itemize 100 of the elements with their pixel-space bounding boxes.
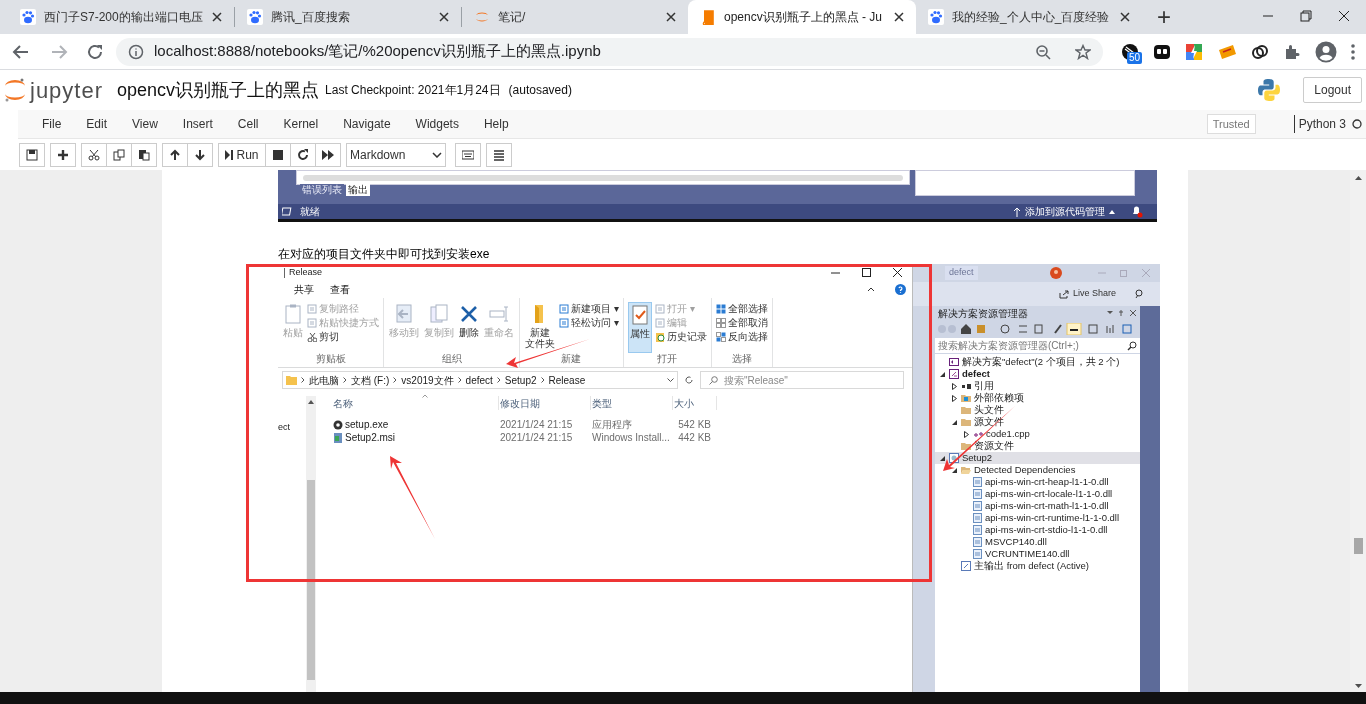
cell-type-dropdown[interactable]: Markdown [346,142,446,167]
browser-tab[interactable]: 腾讯_百度搜索 [235,3,461,31]
tree-item[interactable]: api-ms-win-crt-heap-l1-1-0.dll [935,476,1140,488]
close-icon[interactable] [1120,12,1130,22]
breadcrumb-item[interactable]: vs2019文件 [401,372,454,388]
info-icon[interactable] [128,43,144,60]
vertical-scrollbar[interactable] [306,396,316,692]
address-bar[interactable]: localhost:8888/notebooks/笔记/%20opencv识别瓶子上的黑点.ipynb [116,37,1103,66]
tree-item[interactable]: api-ms-win-crt-stdio-l1-1-0.dll [935,524,1140,536]
refresh-icon[interactable] [684,375,694,385]
tree-item[interactable]: MSVCP140.dll [935,536,1140,548]
reload-icon[interactable] [86,42,104,61]
browser-tab[interactable]: 西门子S7-200的输出端口电压 [8,3,234,31]
tree-item[interactable]: VCRUNTIME140.dll [935,548,1140,560]
chevron-down-icon[interactable] [667,378,674,382]
restart-button[interactable] [290,142,316,167]
tree-item[interactable]: code1.cpp [935,428,1140,440]
sort-caret-icon[interactable] [422,394,428,398]
breadcrumb-item[interactable]: defect [465,372,493,388]
live-share-button[interactable]: Live Share [1058,287,1116,301]
stop-button[interactable] [265,142,291,167]
close-icon[interactable] [893,268,902,277]
back-icon[interactable] [12,42,30,61]
column-header[interactable]: 类型 [591,396,673,410]
breadcrumb-item[interactable]: Release [548,372,586,388]
pin-icon[interactable] [1107,309,1137,317]
move-up-button[interactable] [162,142,188,167]
arrow-up-icon[interactable] [1013,206,1021,217]
more-menu-icon[interactable] [1351,43,1355,60]
run-button[interactable]: Run [218,142,266,167]
browser-tab[interactable]: 我的经验_个人中心_百度经验 [916,3,1142,31]
menu-item[interactable]: Help [473,110,519,138]
maximize-icon[interactable] [862,268,871,277]
ribbon-button[interactable]: 全部选择 [715,302,768,315]
add-cell-button[interactable] [50,142,76,167]
horizontal-scrollbar[interactable] [303,174,903,181]
breadcrumb-item[interactable]: 文档 (F:) [351,372,390,388]
help-icon[interactable] [895,284,906,295]
output-tab[interactable]: 输出 [346,184,370,196]
cut-button[interactable] [81,142,107,167]
tree-item[interactable]: 外部依赖项 [935,392,1140,404]
avatar-icon[interactable] [1050,267,1062,279]
tree-item[interactable]: 解决方案"defect"(2 个项目，共 2 个) [935,356,1140,368]
star-icon[interactable] [1075,43,1091,60]
menu-item[interactable]: File [32,110,72,138]
caret-down-icon[interactable] [1354,684,1362,688]
breadcrumb-bar[interactable]: 此电脑 文档 (F:) vs2019文件 defect Setup2 Release [282,371,678,389]
command-palette-button[interactable] [486,142,512,167]
ribbon-button[interactable]: 轻松访问 ▾ [559,316,619,329]
ribbon-button[interactable]: 历史记录 [654,330,707,343]
tree-item[interactable]: api-ms-win-crt-locale-l1-1-0.dll [935,488,1140,500]
file-name[interactable]: setup.exe [332,417,499,432]
chevron-up-icon[interactable] [867,287,875,292]
ribbon-tab[interactable]: 查看 [330,282,350,297]
breadcrumb-item[interactable]: 此电脑 [309,372,339,388]
menu-item[interactable]: Insert [172,110,223,138]
column-header[interactable]: 修改日期 [499,396,591,410]
tree-item[interactable]: api-ms-win-crt-math-l1-1-0.dll [935,500,1140,512]
scrollbar-thumb[interactable] [1353,538,1363,554]
close-icon[interactable] [439,12,449,22]
ribbon-button[interactable]: 全部取消 [715,316,768,329]
puzzle-icon[interactable] [1283,42,1301,61]
trusted-indicator[interactable]: Trusted [1206,114,1256,134]
close-icon[interactable] [212,12,222,22]
paste-button[interactable] [131,142,157,167]
save-button[interactable] [19,142,45,167]
jupyter-logo[interactable]: jupyter [4,73,104,107]
ribbon-button[interactable]: 删除 [458,302,480,353]
tree-item[interactable]: 主输出 from defect (Active) [935,560,1140,572]
column-header[interactable]: 名称 [332,396,499,410]
close-icon[interactable] [666,12,676,22]
ribbon-button[interactable]: 剪切 [307,330,379,343]
ribbon-button[interactable]: 属性 [627,302,652,353]
notebook-title[interactable]: opencv识别瓶子上的黑点 [117,76,320,104]
ribbon-button[interactable]: 反向选择 [715,330,768,343]
menu-item[interactable]: Kernel [273,110,329,138]
tree-item[interactable]: 引用 [935,380,1140,392]
bell-icon[interactable] [1131,205,1143,218]
caret-up-icon[interactable] [1354,176,1362,180]
new-tab-button[interactable]: + [1150,4,1178,30]
browser-tab[interactable]: 笔记/ [462,3,688,31]
logout-button[interactable]: Logout [1303,77,1362,103]
ribbon-button[interactable]: 新建 文件夹 [524,302,556,353]
output-tab[interactable]: 错误列表 [300,184,344,196]
feedback-icon[interactable] [1134,289,1144,299]
column-header[interactable]: 大小 [673,396,717,410]
nav-item[interactable]: ect [278,422,290,432]
tree-item[interactable]: 头文件 [935,404,1140,416]
menu-item[interactable]: View [122,110,168,138]
ticket-icon[interactable] [1217,43,1237,60]
restore-icon[interactable] [1300,10,1312,22]
link-icon[interactable] [1251,42,1269,61]
menu-item[interactable]: Widgets [405,110,469,138]
search-field[interactable]: 搜索"Release" [700,371,904,389]
profile-icon[interactable] [1315,40,1337,63]
file-name[interactable]: Setup2.msi [332,430,499,445]
browser-tab[interactable]: opencv识别瓶子上的黑点 - Ju [688,0,916,34]
tree-item[interactable]: 源文件 [935,416,1140,428]
close-icon[interactable] [1338,10,1350,22]
lightning-icon[interactable] [1185,42,1203,61]
